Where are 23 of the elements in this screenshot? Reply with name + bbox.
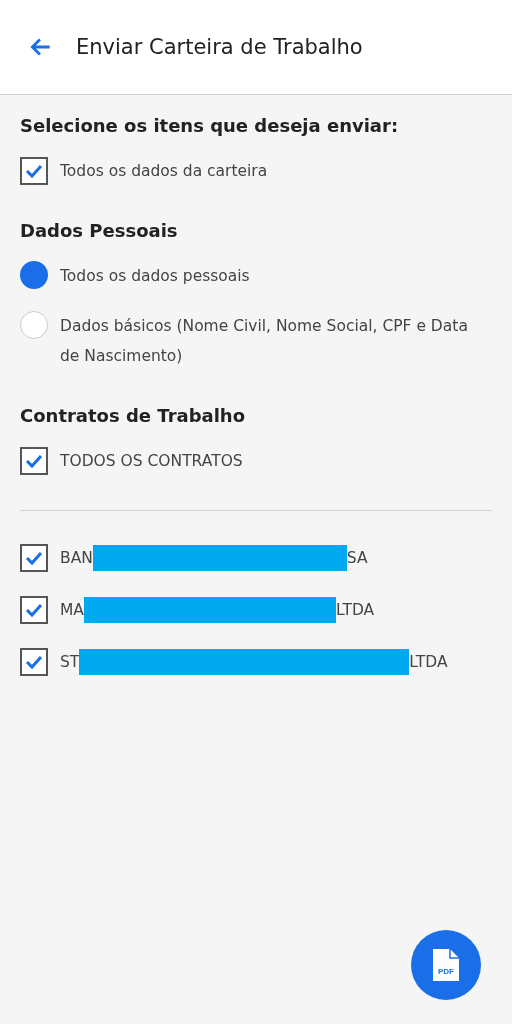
checkbox[interactable] (20, 447, 48, 475)
radio-label: Todos os dados pessoais (60, 266, 250, 287)
section-heading: Selecione os itens que deseja enviar: (20, 115, 400, 136)
contract-name-start: MA (60, 600, 84, 621)
radio-button[interactable] (20, 311, 48, 339)
contract-name-start: BAN (60, 548, 93, 569)
contract-name-start: ST (60, 652, 80, 673)
radio-button[interactable] (20, 261, 48, 289)
section-heading: Dados Pessoais (20, 220, 179, 241)
checkbox[interactable] (20, 596, 48, 624)
checkbox-label: Todos os dados da carteira (60, 161, 268, 182)
radio-label: Dados básicos (Nome Civil, Nome Social, CPF e Data de Nascimento) (60, 316, 469, 367)
checkbox-label: TODOS OS CONTRATOS (60, 451, 243, 472)
checkbox[interactable] (20, 544, 48, 572)
checkbox[interactable] (20, 157, 48, 185)
contract-name-end: LTDA (336, 600, 375, 621)
contract-name-end: SA (346, 548, 368, 569)
pdf-button[interactable]: PDF (411, 930, 481, 1000)
screen-title: Enviar Carteira de Trabalho (76, 35, 363, 59)
contract-name-end: LTDA (409, 652, 448, 673)
section-heading: Contratos de Trabalho (20, 405, 247, 426)
document-icon (433, 949, 459, 981)
checkbox[interactable] (20, 648, 48, 676)
